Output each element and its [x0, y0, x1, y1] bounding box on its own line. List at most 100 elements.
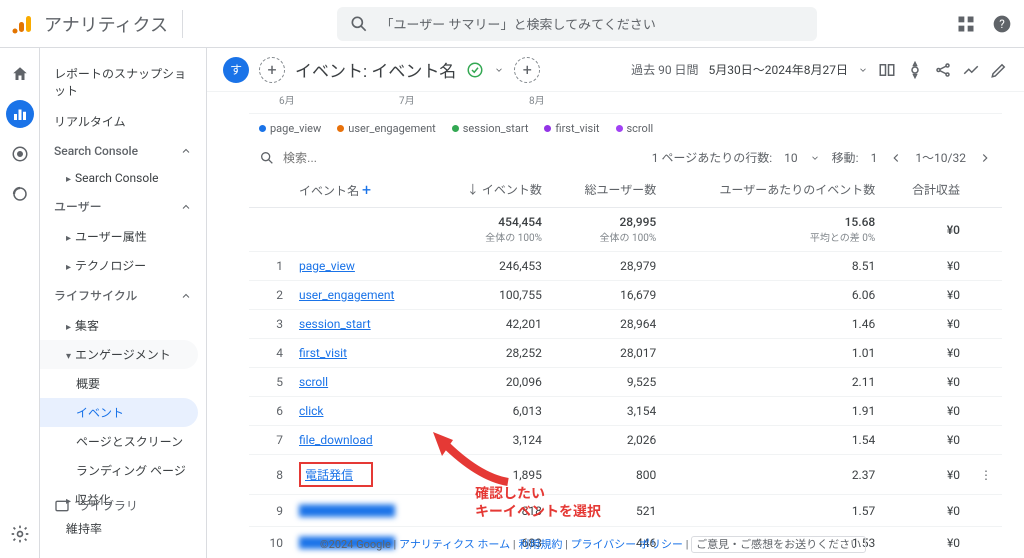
- add-segment-button[interactable]: +: [259, 57, 285, 83]
- table-row[interactable]: 8 電話発信 1,8958002.37¥0 ⋮: [249, 455, 1002, 495]
- sidebar-library[interactable]: ライブラリ: [54, 497, 138, 514]
- table-row[interactable]: 2 user_engagement 100,75516,6796.06¥0: [249, 281, 1002, 310]
- footer-terms[interactable]: 利用規約: [518, 538, 562, 551]
- chevron-down-icon[interactable]: [858, 65, 868, 75]
- sidebar-snapshot[interactable]: レポートのスナップショット: [40, 58, 206, 106]
- table-row[interactable]: 4 first_visit 28,25228,0171.01¥0: [249, 339, 1002, 368]
- search-container: 「ユーザー サマリー」と検索してみてください: [197, 7, 956, 41]
- share-icon[interactable]: [934, 61, 952, 79]
- sidebar-realtime[interactable]: リアルタイム: [40, 106, 206, 137]
- event-link[interactable]: user_engagement: [299, 288, 394, 302]
- report-toolbar: す + イベント: イベント名 + 過去 90 日間 5月30日～2024年8月…: [207, 48, 1024, 92]
- check-icon[interactable]: [466, 61, 484, 79]
- event-link[interactable]: scroll: [299, 375, 328, 389]
- chevron-up-icon: [180, 201, 192, 213]
- footer: ©2024 Google | アナリティクス ホーム | 利用規約 | プライバ…: [320, 536, 866, 552]
- sidebar-search-console[interactable]: Search Console: [40, 137, 206, 165]
- footer-privacy[interactable]: プライバシー ポリシー: [571, 538, 684, 551]
- chevron-down-icon[interactable]: [494, 65, 504, 75]
- goto-value[interactable]: 1: [871, 151, 878, 165]
- event-link[interactable]: ████████: [299, 504, 395, 518]
- sidebar-engagement[interactable]: ▾エンゲージメント: [40, 340, 198, 369]
- settings-button[interactable]: [10, 524, 30, 548]
- rail-home[interactable]: [6, 60, 34, 88]
- rows-per-page-label: 1 ページあたりの行数:: [652, 149, 772, 166]
- sidebar-landing[interactable]: ランディング ページ: [40, 456, 206, 485]
- legend-item[interactable]: first_visit: [544, 122, 599, 135]
- col-per-user[interactable]: ユーザーあたりのイベント数: [666, 172, 885, 208]
- table-row[interactable]: 6 click 6,0133,1541.91¥0: [249, 397, 1002, 426]
- header-actions: ?: [956, 14, 1012, 34]
- search-input[interactable]: 「ユーザー サマリー」と検索してみてください: [337, 7, 817, 41]
- divider: [182, 10, 183, 38]
- edit-icon[interactable]: [990, 61, 1008, 79]
- add-column-button[interactable]: +: [362, 180, 371, 199]
- event-link[interactable]: session_start: [299, 317, 371, 331]
- chevron-up-icon: [180, 290, 192, 302]
- legend-dot-icon: [616, 125, 623, 132]
- next-page-button[interactable]: [978, 151, 992, 165]
- legend-item[interactable]: scroll: [616, 122, 654, 135]
- brand-logo[interactable]: アナリティクス: [12, 11, 168, 37]
- date-label: 過去 90 日間: [631, 61, 698, 78]
- table-search-input[interactable]: [283, 151, 423, 165]
- compare-icon[interactable]: [878, 61, 896, 79]
- legend-dot-icon: [544, 125, 551, 132]
- rail-reports[interactable]: [6, 100, 34, 128]
- prev-page-button[interactable]: [889, 151, 903, 165]
- more-icon[interactable]: ⋮: [980, 468, 992, 482]
- chevron-down-icon[interactable]: [810, 153, 820, 163]
- sidebar-user-attr[interactable]: ▸ユーザー属性: [40, 222, 206, 251]
- legend-dot-icon: [452, 125, 459, 132]
- date-range[interactable]: 5月30日～2024年8月27日: [709, 61, 848, 78]
- svg-text:?: ?: [999, 17, 1005, 31]
- table-row[interactable]: 5 scroll 20,0969,5252.11¥0: [249, 368, 1002, 397]
- legend-item[interactable]: user_engagement: [337, 122, 436, 135]
- apps-icon[interactable]: [956, 14, 976, 34]
- footer-home[interactable]: アナリティクス ホーム: [399, 538, 510, 551]
- search-icon: [259, 150, 275, 166]
- rows-per-page-value[interactable]: 10: [784, 151, 798, 165]
- event-link[interactable]: click: [299, 404, 323, 418]
- sidebar-lifecycle[interactable]: ライフサイクル: [40, 280, 206, 311]
- event-link[interactable]: 電話発信: [299, 462, 373, 487]
- search-placeholder: 「ユーザー サマリー」と検索してみてください: [381, 14, 656, 33]
- table-row[interactable]: 7 file_download 3,1242,0261.54¥0: [249, 426, 1002, 455]
- gear-icon: [10, 524, 30, 544]
- sidebar-tech[interactable]: ▸テクノロジー: [40, 251, 206, 280]
- col-count[interactable]: ↓ イベント数: [434, 172, 552, 208]
- add-comparison-button[interactable]: +: [514, 57, 540, 83]
- chevron-up-icon: [180, 145, 192, 157]
- main-content: す + イベント: イベント名 + 過去 90 日間 5月30日～2024年8月…: [207, 48, 1024, 558]
- sidebar-pages[interactable]: ページとスクリーン: [40, 427, 206, 456]
- customize-icon[interactable]: [906, 61, 924, 79]
- table-row[interactable]: 3 session_start 42,20128,9641.46¥0: [249, 310, 1002, 339]
- event-link[interactable]: first_visit: [299, 346, 347, 360]
- sidebar-acquisition[interactable]: ▸集客: [40, 311, 206, 340]
- search-icon: [349, 14, 369, 34]
- legend-item[interactable]: page_view: [259, 122, 321, 135]
- library-icon: [54, 498, 70, 514]
- segment-badge[interactable]: す: [223, 57, 249, 83]
- col-users[interactable]: 総ユーザー数: [552, 172, 666, 208]
- help-icon[interactable]: ?: [992, 14, 1012, 34]
- table-controls: 1 ページあたりの行数: 10 移動: 1 1～10/32: [249, 143, 1002, 172]
- legend-item[interactable]: session_start: [452, 122, 529, 135]
- insights-icon[interactable]: [962, 61, 980, 79]
- sidebar-search-console-item[interactable]: ▸Search Console: [40, 165, 206, 191]
- sidebar-retention[interactable]: 維持率: [40, 514, 206, 543]
- analytics-logo-icon: [12, 12, 36, 36]
- sidebar-user[interactable]: ユーザー: [40, 191, 206, 222]
- rail-explore[interactable]: [6, 140, 34, 168]
- col-event[interactable]: イベント名 +: [289, 172, 434, 208]
- legend-dot-icon: [337, 125, 344, 132]
- sidebar-events[interactable]: イベント: [40, 398, 198, 427]
- table-row[interactable]: 9 ████████ 8185211.57¥0: [249, 495, 1002, 527]
- rail-advertising[interactable]: [6, 180, 34, 208]
- footer-feedback[interactable]: ご意見・ご感想をお送りください: [691, 536, 866, 553]
- sidebar-overview[interactable]: 概要: [40, 369, 206, 398]
- event-link[interactable]: file_download: [299, 433, 373, 447]
- table-row[interactable]: 1 page_view 246,45328,9798.51¥0: [249, 252, 1002, 281]
- event-link[interactable]: page_view: [299, 259, 355, 273]
- col-revenue[interactable]: 合計収益: [885, 172, 970, 208]
